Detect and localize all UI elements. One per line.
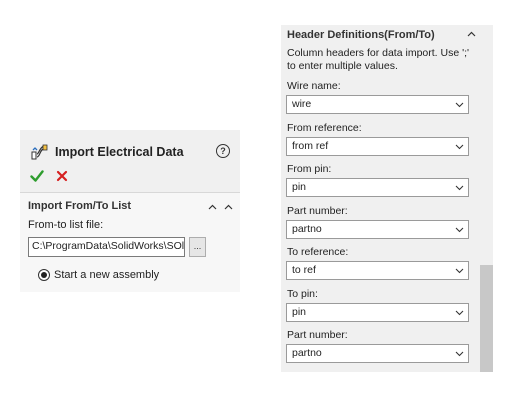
to-pin-value: pin [292, 306, 307, 318]
import-from-to-section: Import From/To List From-to list file: C… [20, 192, 240, 292]
from-reference-label: From reference: [287, 122, 362, 134]
from-reference-value: from ref [292, 140, 329, 152]
to-reference-value: to ref [292, 264, 316, 276]
chevron-down-icon [455, 351, 464, 357]
chevron-down-icon [455, 310, 464, 316]
from-pin-label: From pin: [287, 163, 332, 175]
start-new-assembly-option[interactable]: Start a new assembly [38, 269, 159, 281]
collapse-section-chevron-icon[interactable] [208, 204, 217, 210]
header-definitions-description: Column headers for data import. Use ';' … [287, 47, 470, 72]
browse-button[interactable]: ... [189, 237, 206, 257]
to-part-number-label: Part number: [287, 329, 348, 341]
to-pin-select[interactable]: pin [286, 303, 469, 322]
collapse-header-definitions-chevron-icon[interactable] [467, 31, 476, 37]
start-new-assembly-radio[interactable] [38, 269, 50, 281]
from-pin-select[interactable]: pin [286, 178, 469, 197]
wire-name-label: Wire name: [287, 80, 341, 92]
electrical-import-icon [31, 144, 48, 160]
to-reference-select[interactable]: to ref [286, 261, 469, 280]
cancel-x-icon[interactable] [56, 170, 68, 182]
panel-title: Import Electrical Data [55, 145, 184, 159]
part-number-value: partno [292, 223, 322, 235]
chevron-down-icon [455, 102, 464, 108]
wire-name-select[interactable]: wire [286, 95, 469, 114]
file-field-label: From-to list file: [28, 219, 104, 231]
chevron-down-icon [455, 144, 464, 150]
section-divider [20, 192, 240, 193]
from-reference-select[interactable]: from ref [286, 137, 469, 156]
chevron-down-icon [455, 227, 464, 233]
scrollbar-thumb[interactable] [480, 265, 493, 372]
header-definitions-panel: Header Definitions(From/To) Column heade… [281, 25, 493, 372]
wire-name-value: wire [292, 98, 312, 110]
file-path-input[interactable]: C:\ProgramData\SolidWorks\SOl [28, 237, 185, 257]
ok-cancel-row [30, 168, 68, 184]
import-electrical-data-panel: Import Electrical Data ? Import From/To … [20, 130, 240, 292]
radio-label: Start a new assembly [54, 269, 160, 281]
to-part-number-select[interactable]: partno [286, 344, 469, 363]
header-definitions-title: Header Definitions(From/To) [287, 29, 435, 41]
from-pin-value: pin [292, 181, 307, 193]
part-number-label: Part number: [287, 205, 348, 217]
chevron-down-icon [455, 268, 464, 274]
help-icon[interactable]: ? [216, 144, 230, 158]
chevron-down-icon [455, 185, 464, 191]
ok-check-icon[interactable] [30, 169, 44, 183]
to-reference-label: To reference: [287, 246, 349, 258]
panel-header: Import Electrical Data ? [20, 130, 240, 184]
to-part-number-value: partno [292, 347, 322, 359]
section-title: Import From/To List [28, 200, 132, 212]
panel-title-row: Import Electrical Data ? [30, 142, 235, 162]
collapse-panel-chevron-icon[interactable] [224, 204, 233, 210]
part-number-select[interactable]: partno [286, 220, 469, 239]
to-pin-label: To pin: [287, 288, 318, 300]
